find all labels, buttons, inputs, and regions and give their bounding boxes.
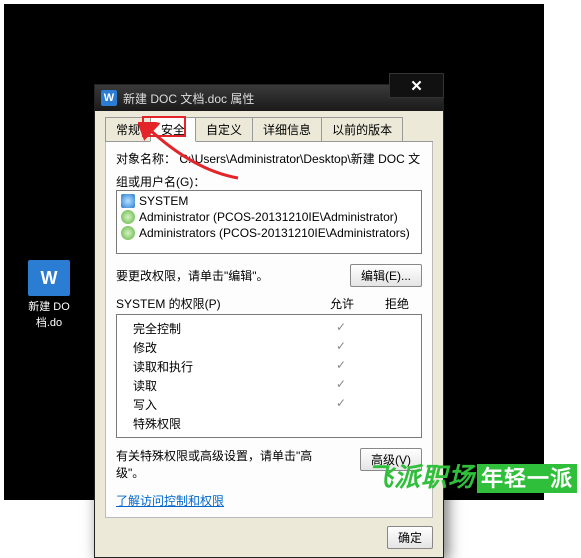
perm-row: 读取和执行✓	[123, 357, 415, 376]
edit-hint: 要更改权限，请单击"编辑"。	[116, 267, 269, 284]
system-icon	[121, 194, 135, 208]
perm-row: 修改✓	[123, 338, 415, 357]
tab-general[interactable]: 常规	[105, 117, 151, 141]
groups-list[interactable]: SYSTEM Administrator (PCOS-20131210IE\Ad…	[116, 190, 422, 254]
check-icon: ✓	[311, 358, 371, 375]
check-icon: ✓	[311, 377, 371, 394]
edit-button[interactable]: 编辑(E)...	[350, 264, 422, 287]
list-item[interactable]: SYSTEM	[121, 193, 417, 209]
advanced-hint: 有关特殊权限或高级设置，请单击"高级"。	[116, 448, 336, 482]
check-icon: ✓	[311, 396, 371, 413]
groups-label: 组或用户名(G)：	[116, 173, 422, 190]
learn-more-link[interactable]: 了解访问控制和权限	[116, 492, 224, 509]
tab-custom[interactable]: 自定义	[195, 117, 253, 141]
tabs: 常规 安全 自定义 详细信息 以前的版本	[105, 117, 433, 142]
user-icon	[121, 226, 135, 240]
deny-label: 拒绝	[372, 295, 422, 312]
list-item[interactable]: Administrators (PCOS-20131210IE\Administ…	[121, 225, 417, 241]
doc-icon: W	[28, 260, 70, 296]
desktop-file-icon[interactable]: W 新建 DO 档.do	[24, 260, 74, 330]
tab-security[interactable]: 安全	[150, 117, 196, 142]
perm-row: 完全控制✓	[123, 319, 415, 338]
tab-previous[interactable]: 以前的版本	[321, 117, 403, 141]
perm-header: SYSTEM 的权限(P)	[116, 295, 312, 312]
perm-row: 特殊权限	[123, 414, 415, 433]
titlebar[interactable]: W 新建 DOC 文档.doc 属性 ✕	[95, 85, 443, 111]
permissions-list: 完全控制✓ 修改✓ 读取和执行✓ 读取✓ 写入✓ 特殊权限	[116, 314, 422, 438]
file-label-1: 新建 DO	[24, 298, 74, 314]
desktop-viewport: W 新建 DO 档.do W 新建 DOC 文档.doc 属性 ✕ 常规 安全 …	[4, 4, 544, 500]
perm-row: 写入✓	[123, 395, 415, 414]
file-label-2: 档.do	[24, 314, 74, 330]
watermark: 飞派职场年轻一派	[367, 457, 577, 494]
list-item[interactable]: Administrator (PCOS-20131210IE\Administr…	[121, 209, 417, 225]
allow-label: 允许	[312, 295, 372, 312]
window-title: 新建 DOC 文档.doc 属性	[123, 90, 254, 107]
check-icon: ✓	[311, 320, 371, 337]
object-name-label: 对象名称：	[116, 150, 176, 167]
user-icon	[121, 210, 135, 224]
perm-row: 读取✓	[123, 376, 415, 395]
tab-details[interactable]: 详细信息	[252, 117, 322, 141]
close-button[interactable]: ✕	[389, 73, 444, 98]
object-name-value: C:\Users\Administrator\Desktop\新建 DOC 文	[179, 152, 420, 166]
ok-button[interactable]: 确定	[387, 526, 433, 549]
app-icon: W	[101, 90, 117, 106]
check-icon: ✓	[311, 339, 371, 356]
close-icon: ✕	[410, 77, 423, 95]
